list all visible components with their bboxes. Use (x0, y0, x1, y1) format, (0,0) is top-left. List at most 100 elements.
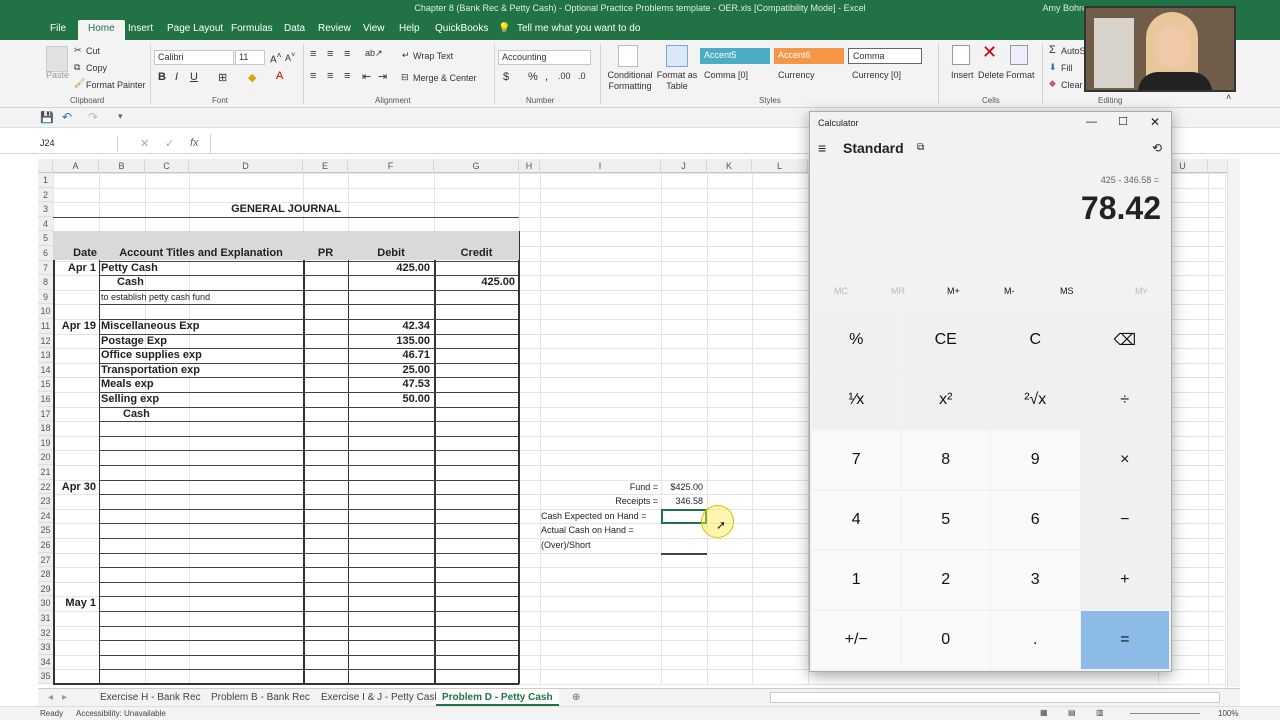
collapse-ribbon-icon[interactable]: ˄ (1226, 92, 1231, 102)
horizontal-scrollbar[interactable] (770, 692, 1220, 703)
tab-quickbooks[interactable]: QuickBooks (435, 23, 488, 34)
format-table-icon[interactable] (666, 45, 688, 67)
calc-equals-key[interactable]: = (1080, 611, 1169, 669)
font-name-select[interactable]: Calibri (154, 50, 234, 65)
tell-me-search[interactable]: Tell me what you want to do (517, 23, 640, 34)
row-header[interactable]: 24 (38, 508, 53, 524)
row-header[interactable]: 10 (38, 304, 53, 319)
row-header[interactable]: 18 (38, 421, 53, 436)
calc-clear-key[interactable]: C (991, 311, 1080, 369)
style-currency[interactable]: Currency (774, 68, 844, 84)
zoom-level[interactable]: 100% (1218, 709, 1238, 718)
font-color-icon[interactable]: A (276, 70, 283, 82)
calc-digit-3-key[interactable]: 3 (991, 551, 1080, 609)
entry-date[interactable]: Apr 30 (53, 480, 99, 494)
mc-button[interactable]: MC (834, 286, 848, 296)
calc-subtract-key[interactable]: − (1080, 491, 1169, 549)
align-center-icon[interactable]: ≡ (327, 70, 333, 82)
sheet-tab[interactable]: Exercise H - Bank Rec (100, 692, 201, 703)
merge-center-button[interactable]: Merge & Center (413, 73, 477, 83)
calc-percent-key[interactable]: % (812, 311, 901, 369)
history-icon[interactable]: ⟲ (1152, 141, 1162, 155)
minimize-icon[interactable]: — (1086, 116, 1097, 128)
entry-account[interactable]: Meals exp (101, 377, 154, 391)
row-header[interactable]: 26 (38, 538, 53, 553)
sheet-tab-active[interactable]: Problem D - Petty Cash (436, 689, 559, 706)
col-header[interactable]: B (99, 159, 145, 173)
bold-button[interactable]: B (158, 71, 166, 83)
tab-insert[interactable]: Insert (128, 23, 153, 34)
tab-home[interactable]: Home (78, 20, 125, 40)
format-button[interactable]: Format (1006, 70, 1035, 80)
undo-icon[interactable]: ↶ (62, 110, 72, 124)
m-plus-button[interactable]: M+ (947, 286, 960, 296)
zoom-slider[interactable] (1130, 713, 1200, 714)
row-header[interactable]: 15 (38, 377, 53, 392)
col-header[interactable]: K (707, 159, 752, 173)
name-box[interactable]: J24 (38, 136, 118, 152)
entry-debit[interactable]: 50.00 (348, 392, 430, 406)
calc-negate-key[interactable]: +/− (812, 611, 901, 669)
row-header[interactable]: 33 (38, 640, 53, 655)
borders-icon[interactable]: ⊞ (218, 71, 227, 84)
col-header[interactable]: G (434, 159, 519, 173)
calc-digit-0-key[interactable]: 0 (901, 611, 990, 669)
page-layout-view-icon[interactable]: ▤ (1068, 708, 1076, 717)
col-header[interactable]: F (348, 159, 434, 173)
calc-digit-1-key[interactable]: 1 (812, 551, 901, 609)
entry-account[interactable]: Miscellaneous Exp (101, 319, 199, 333)
entry-account[interactable]: Selling exp (101, 392, 159, 406)
row-header[interactable]: 23 (38, 494, 53, 509)
row-header[interactable]: 20 (38, 450, 53, 465)
entry-account[interactable]: Petty Cash (101, 261, 158, 275)
sheet-tab[interactable]: Exercise I & J - Petty Cash (321, 692, 440, 703)
decrease-indent-icon[interactable]: ⇤ (362, 70, 371, 83)
entry-account[interactable]: Office supplies exp (101, 348, 202, 362)
align-right-icon[interactable]: ≡ (344, 70, 350, 82)
col-header[interactable]: D (189, 159, 303, 173)
m-minus-button[interactable]: M- (1004, 286, 1015, 296)
tab-help[interactable]: Help (399, 23, 420, 34)
row-header[interactable]: 31 (38, 611, 53, 626)
vertical-scrollbar[interactable] (1227, 159, 1240, 687)
next-sheet-icon[interactable]: ▸ (62, 692, 67, 703)
function-icon[interactable]: fx (190, 137, 199, 149)
accessibility-status[interactable]: Accessibility: Unavailable (76, 709, 166, 718)
calc-digit-8-key[interactable]: 8 (901, 431, 990, 489)
col-header[interactable]: C (145, 159, 189, 173)
row-header[interactable]: 28 (38, 567, 53, 582)
format-cells-icon[interactable] (1010, 45, 1028, 65)
col-header[interactable]: J (661, 159, 707, 173)
customize-qat-icon[interactable]: ▾ (118, 111, 123, 122)
row-header[interactable]: 19 (38, 435, 53, 451)
row-header[interactable]: 4 (38, 216, 53, 232)
orientation-icon[interactable]: ab↗ (365, 48, 383, 59)
row-header[interactable]: 13 (38, 348, 53, 363)
row-header[interactable]: 17 (38, 406, 53, 422)
insert-button[interactable]: Insert (951, 70, 974, 80)
conditional-formatting-button[interactable]: Conditional Formatting (606, 70, 654, 92)
add-sheet-icon[interactable]: ⊕ (572, 692, 580, 703)
calc-sqrt-key[interactable]: ²√x (991, 371, 1080, 429)
row-header[interactable]: 8 (38, 275, 53, 290)
row-header[interactable]: 14 (38, 362, 53, 378)
user-name[interactable]: Amy Bohrer (1042, 3, 1090, 13)
row-header[interactable]: 2 (38, 187, 53, 203)
calc-multiply-key[interactable]: × (1080, 431, 1169, 489)
row-header[interactable]: 6 (38, 246, 53, 261)
increase-indent-icon[interactable]: ⇥ (378, 70, 387, 83)
entry-account[interactable]: Postage Exp (101, 334, 167, 348)
calc-add-key[interactable]: + (1080, 551, 1169, 609)
calc-digit-9-key[interactable]: 9 (991, 431, 1080, 489)
row-header[interactable]: 34 (38, 654, 53, 670)
calc-digit-7-key[interactable]: 7 (812, 431, 901, 489)
cancel-formula-icon[interactable]: ✕ (140, 137, 149, 150)
insert-cells-icon[interactable] (952, 45, 970, 65)
entry-debit[interactable]: 425.00 (348, 261, 430, 275)
style-comma[interactable]: Comma (848, 48, 922, 64)
delete-button[interactable]: Delete (978, 70, 1004, 80)
save-icon[interactable]: 💾 (40, 111, 54, 124)
row-header[interactable]: 5 (38, 231, 53, 246)
entry-debit[interactable]: 135.00 (348, 334, 430, 348)
col-header[interactable]: A (53, 159, 99, 173)
